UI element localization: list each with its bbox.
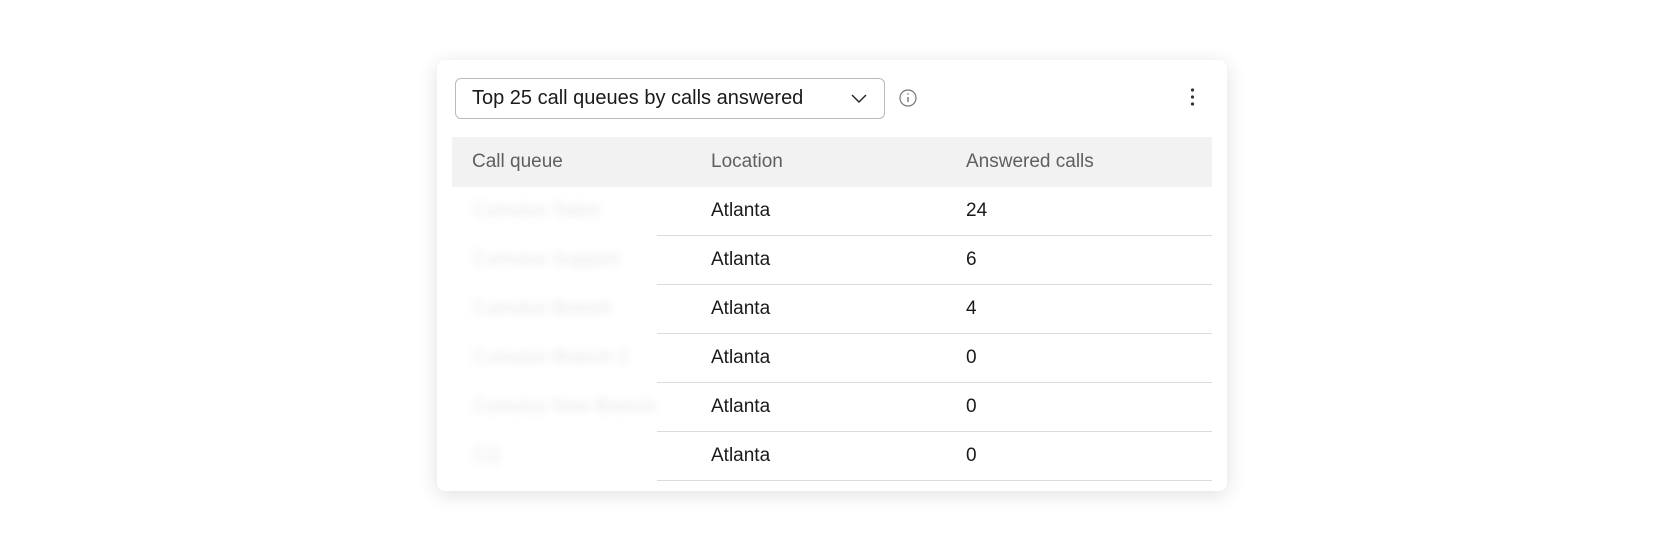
cell-location: Atlanta <box>707 347 962 369</box>
table-row: CQ Atlanta 0 <box>452 432 1212 480</box>
row-divider <box>452 333 1212 334</box>
cell-queue-name: Cumulus New Branch <box>472 396 656 417</box>
col-header-queue: Call queue <box>452 151 707 173</box>
table-body: Cumulus Sales Atlanta 24 Cumulus Support… <box>452 187 1212 481</box>
cell-answered: 6 <box>962 249 1212 271</box>
cell-answered: 4 <box>962 298 1212 320</box>
card-header: Top 25 call queues by calls answered <box>437 78 1227 137</box>
call-queue-table: Call queue Location Answered calls Cumul… <box>452 137 1212 481</box>
metric-dropdown[interactable]: Top 25 call queues by calls answered <box>455 78 885 119</box>
row-divider <box>452 235 1212 236</box>
chevron-down-icon <box>850 89 868 107</box>
table-row: Cumulus Branch 2 Atlanta 0 <box>452 334 1212 382</box>
cell-location: Atlanta <box>707 249 962 271</box>
cell-location: Atlanta <box>707 298 962 320</box>
table-row: Cumulus Support Atlanta 6 <box>452 236 1212 284</box>
row-divider <box>452 284 1212 285</box>
cell-queue-name: Cumulus Sales <box>472 200 600 221</box>
cell-queue-name: Cumulus Support <box>472 249 619 270</box>
cell-location: Atlanta <box>707 200 962 222</box>
cell-answered: 0 <box>962 396 1212 418</box>
cell-location: Atlanta <box>707 445 962 467</box>
cell-queue-name: CQ <box>472 445 501 466</box>
col-header-location: Location <box>707 151 962 173</box>
info-icon[interactable] <box>899 89 917 107</box>
col-header-answered: Answered calls <box>962 151 1212 173</box>
more-options-icon[interactable] <box>1183 88 1201 106</box>
row-divider <box>452 382 1212 383</box>
dropdown-label: Top 25 call queues by calls answered <box>472 87 803 110</box>
cell-answered: 0 <box>962 347 1212 369</box>
cell-queue-name: Cumulus Branch <box>472 298 612 319</box>
table-row: Cumulus Sales Atlanta 24 <box>452 187 1212 235</box>
table-row: Cumulus Branch Atlanta 4 <box>452 285 1212 333</box>
cell-location: Atlanta <box>707 396 962 418</box>
cell-queue-name: Cumulus Branch 2 <box>472 347 628 368</box>
row-divider <box>452 431 1212 432</box>
table-header-row: Call queue Location Answered calls <box>452 137 1212 187</box>
call-queue-card: Top 25 call queues by calls answered <box>437 60 1227 491</box>
cell-answered: 24 <box>962 200 1212 222</box>
row-divider <box>452 480 1212 481</box>
table-row: Cumulus New Branch Atlanta 0 <box>452 383 1212 431</box>
cell-answered: 0 <box>962 445 1212 467</box>
